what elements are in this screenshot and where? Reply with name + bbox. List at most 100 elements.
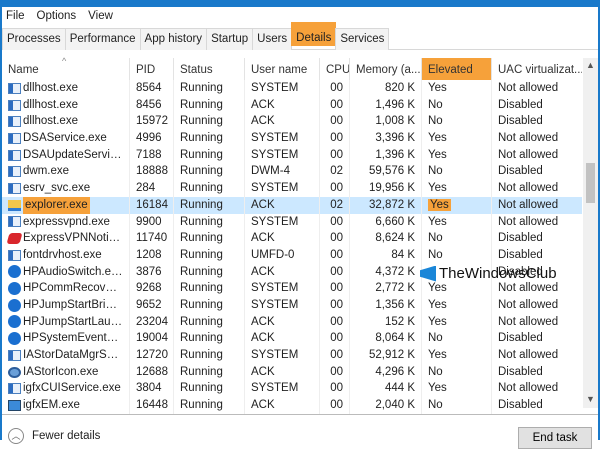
cell-status: Running [174,313,245,331]
cell-pid: 8564 [130,80,174,97]
table-row[interactable]: IAStorDataMgrSvc.exe 12720 Running SYSTE… [2,347,582,364]
header-uac-virtualization[interactable]: UAC virtualizat... [492,58,582,80]
process-name: HPJumpStartBridge.... [23,298,123,311]
cell-elevated: Yes [422,196,492,214]
table-row[interactable]: esrv_svc.exe 284 Running SYSTEM 00 19,95… [2,180,582,197]
cell-elevated: Yes [422,180,492,197]
elevated-value: Yes [428,132,447,145]
cell-pid: 1208 [130,246,174,264]
table-row[interactable]: HPSystemEventUtilit... 19004 Running ACK… [2,330,582,347]
table-row[interactable]: dwm.exe 18888 Running DWM-4 02 59,576 K … [2,163,582,181]
cell-status: Running [174,146,245,164]
cell-uac: Disabled [498,332,543,345]
cell-name: HPAudioSwitch.exe [2,263,130,281]
process-list: dllhost.exe 8564 Running SYSTEM 00 820 K… [2,80,582,414]
process-name: esrv_svc.exe [23,182,91,195]
cell-uac: Not allowed [498,315,559,328]
cell-uac: Not allowed [498,132,559,145]
cell-user: ACK [245,397,320,414]
table-row[interactable]: DSAService.exe 4996 Running SYSTEM 00 3,… [2,130,582,147]
table-row[interactable]: ExpressVPNNotificat... 11740 Running ACK… [2,230,582,247]
table-row[interactable]: HPJumpStartLaunch.... 23204 Running ACK … [2,313,582,331]
table-row[interactable]: IAStorIcon.exe 12688 Running ACK 00 4,29… [2,363,582,381]
tab-services[interactable]: Services [335,28,390,50]
scrollbar[interactable]: ▲ ▼ [583,58,598,408]
cell-elevated: Yes [422,280,492,297]
scroll-down-icon[interactable]: ▼ [586,394,595,404]
cell-name: esrv_svc.exe [2,180,130,197]
table-row[interactable]: expressvpnd.exe 9900 Running SYSTEM 00 6… [2,213,582,231]
table-row[interactable]: dllhost.exe 8456 Running ACK 00 1,496 K … [2,96,582,114]
table-row[interactable]: HPCommRecovery.e... 9268 Running SYSTEM … [2,280,582,297]
chevron-up-icon: ︿ [8,428,24,444]
table-row[interactable]: igfxEM.exe 16448 Running ACK 00 2,040 K … [2,397,582,414]
tab-performance[interactable]: Performance [64,28,141,50]
folder-process-icon [8,199,21,211]
cell-status: Running [174,113,245,131]
cell-cpu: 00 [320,347,350,364]
menu-view[interactable]: View [88,10,113,22]
cell-memory: 152 K [350,313,422,331]
cell-status: Running [174,380,245,398]
tab-startup[interactable]: Startup [206,28,254,50]
tab-processes[interactable]: Processes [2,28,66,50]
menu-file[interactable]: File [6,10,25,22]
cell-cpu: 00 [320,213,350,231]
rst-process-icon [8,366,21,378]
cell-pid: 9900 [130,213,174,231]
elevated-value: Yes [428,82,447,94]
process-name: explorer.exe [23,196,90,214]
table-row[interactable]: HPJumpStartBridge.... 9652 Running SYSTE… [2,296,582,314]
cell-user: ACK [245,313,320,331]
header-status[interactable]: Status [174,58,245,80]
table-row[interactable]: DSAUpdateService.exe 7188 Running SYSTEM… [2,146,582,164]
cell-status: Running [174,397,245,414]
cell-uac: Not allowed [498,198,559,211]
hp-process-icon [8,298,21,312]
column-headers: ^ Name PID Status User name CPU Memory (… [2,56,582,80]
cell-memory: 52,912 K [350,347,422,364]
header-cpu[interactable]: CPU [320,58,350,80]
tab-users[interactable]: Users [252,28,293,50]
fewer-details-button[interactable]: ︿ Fewer details [8,428,100,444]
cell-memory: 3,396 K [350,130,422,147]
cell-elevated: Yes [422,380,492,398]
cell-memory: 2,040 K [350,397,422,414]
header-pid[interactable]: PID [130,58,174,80]
cell-elevated: No [422,397,492,414]
cell-pid: 9652 [130,296,174,314]
scroll-up-icon[interactable]: ▲ [586,60,595,70]
table-row[interactable]: explorer.exe 16184 Running ACK 02 32,872… [2,196,582,214]
cell-elevated: Yes [422,347,492,364]
process-name: expressvpnd.exe [23,215,110,228]
cell-uac: Disabled [498,165,543,178]
elevated-value: No [428,165,443,178]
cell-user: ACK [245,96,320,114]
table-row[interactable]: dllhost.exe 15972 Running ACK 00 1,008 K… [2,113,582,131]
cell-memory: 1,356 K [350,296,422,314]
cell-cpu: 00 [320,363,350,381]
table-row[interactable]: igfxCUIService.exe 3804 Running SYSTEM 0… [2,380,582,398]
table-row[interactable]: dllhost.exe 8564 Running SYSTEM 00 820 K… [2,80,582,97]
header-memory[interactable]: Memory (a... [350,58,422,80]
watermark-logo-icon [420,265,436,282]
tab-details[interactable]: Details [291,22,337,46]
cell-user: ACK [245,196,320,214]
tab-app-history[interactable]: App history [139,28,208,50]
cell-name: ExpressVPNNotificat... [2,230,130,247]
cell-name: DSAUpdateService.exe [2,146,130,164]
cell-pid: 23204 [130,313,174,331]
cell-pid: 19004 [130,330,174,347]
cell-elevated: Yes [422,80,492,97]
cell-user: ACK [245,263,320,281]
cell-pid: 18888 [130,163,174,181]
header-user-name[interactable]: User name [245,58,320,80]
cell-uac: Disabled [498,115,543,128]
table-row[interactable]: fontdrvhost.exe 1208 Running UMFD-0 00 8… [2,246,582,264]
app-process-icon [8,383,21,395]
cell-name: DSAService.exe [2,130,130,147]
header-elevated[interactable]: Elevated [422,58,492,80]
menu-options[interactable]: Options [37,10,77,22]
scrollbar-thumb[interactable] [586,163,595,203]
end-task-button[interactable]: End task [518,427,592,449]
